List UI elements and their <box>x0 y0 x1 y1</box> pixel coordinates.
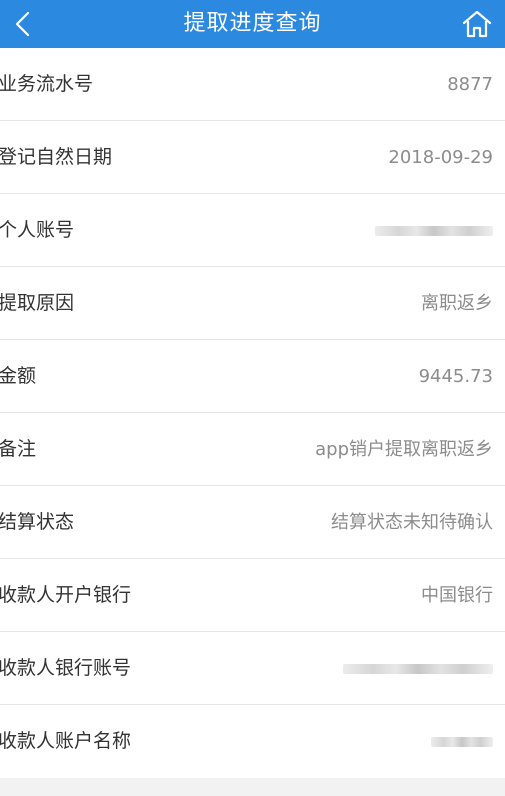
row-label: 备注 <box>0 438 37 460</box>
row-label: 提取原因 <box>0 292 75 314</box>
masked-value <box>343 664 493 674</box>
row-value: 8877 <box>447 74 493 95</box>
masked-value <box>431 737 493 747</box>
row-label: 登记自然日期 <box>0 146 113 168</box>
row-registration-date: 登记自然日期 2018-09-29 <box>0 121 505 194</box>
back-button[interactable] <box>0 0 44 48</box>
row-value: app销户提取离职返乡 <box>315 439 493 460</box>
chevron-left-icon <box>15 11 30 37</box>
row-value: 结算状态未知待确认 <box>331 512 493 533</box>
bottom-spacer <box>0 784 505 796</box>
page-title: 提取进度查询 <box>183 11 322 36</box>
row-label: 个人账号 <box>0 219 75 241</box>
row-value: 中国银行 <box>421 585 493 606</box>
row-label: 收款人账户名称 <box>0 730 132 752</box>
row-label: 收款人银行账号 <box>0 657 132 679</box>
masked-value <box>375 226 493 236</box>
detail-list: 业务流水号 8877 登记自然日期 2018-09-29 个人账号 提取原因 离… <box>0 48 505 778</box>
row-payee-account-name: 收款人账户名称 <box>0 705 505 778</box>
row-amount: 金额 9445.73 <box>0 340 505 413</box>
row-payee-bank: 收款人开户银行 中国银行 <box>0 559 505 632</box>
row-label: 业务流水号 <box>0 73 94 95</box>
row-withdraw-reason: 提取原因 离职返乡 <box>0 267 505 340</box>
row-personal-account: 个人账号 <box>0 194 505 267</box>
row-settlement-status: 结算状态 结算状态未知待确认 <box>0 486 505 559</box>
row-remark: 备注 app销户提取离职返乡 <box>0 413 505 486</box>
row-value: 2018-09-29 <box>388 147 493 168</box>
row-label: 金额 <box>0 365 37 387</box>
row-label: 结算状态 <box>0 511 75 533</box>
app-header: 提取进度查询 <box>0 0 505 48</box>
row-business-serial: 业务流水号 8877 <box>0 48 505 121</box>
row-payee-bank-account: 收款人银行账号 <box>0 632 505 705</box>
row-label: 收款人开户银行 <box>0 584 132 606</box>
row-value: 9445.73 <box>418 366 493 387</box>
home-icon <box>462 10 492 38</box>
row-value: 离职返乡 <box>421 293 493 314</box>
home-button[interactable] <box>449 0 505 48</box>
